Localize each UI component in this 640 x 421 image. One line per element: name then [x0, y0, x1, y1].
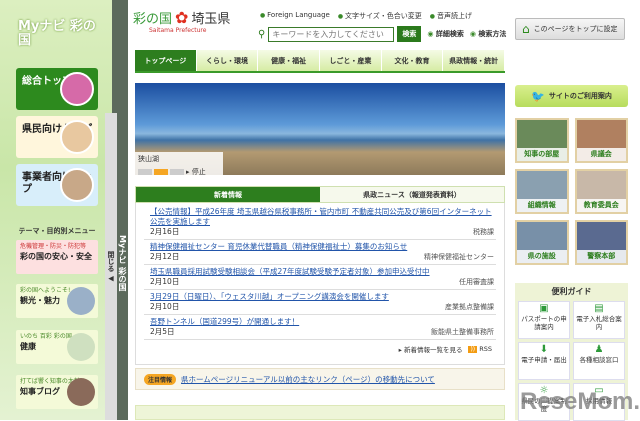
news-dept: 税務課 — [473, 228, 494, 236]
site-guide-label: サイトのご利用案内 — [548, 92, 612, 100]
hero-slideshow[interactable]: 狭山湖 ▸ 停止 — [135, 83, 505, 175]
tile-education-board[interactable]: 教育委員会 — [574, 169, 628, 214]
voice-read-link[interactable]: 音声読上げ — [430, 11, 472, 21]
caption-text: 狭山湖 — [138, 155, 159, 163]
mynavi-title: Myナビ 彩の国 — [18, 19, 96, 48]
governor-image — [67, 378, 95, 406]
set-as-top-button[interactable]: ⌂ このページをトップに設定 — [515, 18, 625, 40]
notice-badge: 注目情報 — [144, 373, 177, 385]
quick-tiles: 知事の部屋 県議会 組織情報 教育委員会 県の施設 警察本部 — [515, 118, 628, 265]
home-plus-icon: ⌂ — [522, 22, 530, 36]
family-image — [60, 120, 94, 154]
theme-health[interactable]: いのち 百彩 彩の国 健康 — [16, 330, 98, 364]
theme-governor-blog[interactable]: 打てば響く知事の太鼓 知事ブログ — [16, 375, 98, 409]
news-link[interactable]: 3月29日（日曜日）、「ウェスタ川越」オープニング講演会を開催します — [150, 292, 496, 302]
slide-dot[interactable] — [170, 169, 184, 175]
mascot-image — [67, 287, 95, 315]
theme-heading: テーマ・目的別メニュー — [18, 227, 96, 235]
news-link[interactable]: 吾野トンネル（国道299号）が開通します！ — [150, 317, 496, 327]
monitor-icon: ▤ — [594, 303, 604, 314]
stop-button[interactable]: ▸ 停止 — [186, 167, 206, 175]
logo-pref: 埼玉県 — [191, 12, 231, 27]
news-dept: 飯能県土整備事務所 — [431, 328, 494, 336]
search-bar: ⚲ 検索 詳細検索 検索方法 — [258, 26, 506, 42]
useful-guide-title: 便利ガイド — [551, 287, 592, 296]
news-dept: 精神保健福祉センター — [424, 253, 494, 261]
foreign-language-link[interactable]: Foreign Language — [260, 11, 330, 21]
news-item: 3月29日（日曜日）、「ウェスタ川越」オープニング講演会を開催します 2月10日産… — [144, 290, 496, 315]
search-input[interactable] — [268, 26, 395, 42]
tab-culture[interactable]: 文化・教育 — [381, 50, 444, 71]
search-help-link[interactable]: 検索方法 — [470, 29, 506, 39]
main-nav: トップページ くらし・環境 健康・福祉 しごと・産業 文化・教育 県政情報・統計 — [135, 50, 506, 73]
tab-health[interactable]: 健康・福祉 — [258, 50, 321, 71]
mascot-icon: 🐦 — [531, 89, 545, 103]
logo-sub: Saitama Prefecture — [149, 27, 207, 34]
nav-residents-top[interactable]: 県民向けトップ — [16, 116, 98, 158]
set-top-label: このページをトップに設定 — [533, 25, 618, 33]
logo-emblem-icon: ✿ — [175, 8, 189, 27]
nav-general-top[interactable]: 総合トップ — [16, 68, 98, 110]
notice-bar: 注目情報 県ホームページリニューアル以前の主なリンク（ページ）の移動先について — [135, 368, 505, 390]
guide-e-application[interactable]: ⬇ 電子申請・届出 — [518, 342, 570, 380]
sidebar: Myナビ 彩の国 総合トップ 県民向けトップ 事業者向けトップ テーマ・目的別メ… — [0, 0, 112, 420]
tab-work[interactable]: しごと・産業 — [320, 50, 382, 71]
tile-facilities[interactable]: 県の施設 — [515, 220, 569, 265]
site-guide-button[interactable]: 🐦 サイトのご利用案内 — [515, 85, 628, 107]
news-dept: 任用審査課 — [459, 278, 494, 286]
tile-police[interactable]: 警察本部 — [574, 220, 628, 265]
news-list: 【公売情報】平成26年度 埼玉県越谷県税事務所・管内市町 不動産共同公売及び第6… — [135, 203, 505, 365]
news-item: 精神保健福祉センター 育児休業代替職員（精神保健福祉士）募集のお知らせ 2月12日… — [144, 240, 496, 265]
news-item: 【公売情報】平成26年度 埼玉県越谷県税事務所・管内市町 不動産共同公売及び第6… — [144, 205, 496, 240]
guide-consultation[interactable]: ♟ 各種相談窓口 — [573, 342, 625, 380]
flower-image — [60, 72, 94, 106]
news-more-link[interactable]: ▸ 新着情報一覧を見る — [399, 344, 463, 354]
tile-governor-office[interactable]: 知事の部屋 — [515, 118, 569, 163]
tab-top-page[interactable]: トップページ — [135, 50, 197, 71]
advanced-search-link[interactable]: 詳細検索 — [427, 29, 464, 39]
saitama-logo[interactable]: 彩の国 ✿ 埼玉県 Saitama Prefecture — [133, 8, 253, 44]
news-link[interactable]: 精神保健福祉センター 育児休業代替職員（精神保健福祉士）募集のお知らせ — [150, 242, 496, 252]
news-date: 2月10日 — [150, 277, 180, 286]
tab-living[interactable]: くらし・環境 — [196, 50, 259, 71]
theme-tourism[interactable]: 彩の国へようこそ! 観光・魅力 — [16, 284, 98, 318]
news-item: 埼玉県職員採用試験受験相談会（平成27年度試験受験予定者対象）参加申込受付中 2月… — [144, 265, 496, 290]
tile-assembly[interactable]: 県議会 — [574, 118, 628, 163]
slide-dot-active[interactable] — [154, 169, 168, 175]
tab-press-releases[interactable]: 県政ニュース（報道発表資料） — [320, 187, 504, 202]
theme-safety[interactable]: 危機管理・防災・防犯等 彩の国の安心・安全 — [16, 240, 98, 274]
top-links: Foreign Language 文字サイズ・色合い変更 音声読上げ — [260, 11, 472, 21]
mynavi-toggle-strip[interactable]: Myナビ 彩の国 閉じる ◀ — [105, 0, 128, 420]
news-link[interactable]: 埼玉県職員採用試験受験相談会（平成27年度試験受験予定者対象）参加申込受付中 — [150, 267, 496, 277]
tab-new-info[interactable]: 新着情報 — [136, 187, 320, 202]
slide-dot[interactable] — [138, 169, 152, 175]
next-section-header — [135, 405, 505, 420]
handshake-image — [60, 168, 94, 202]
logo-text: 彩の国 — [133, 12, 173, 27]
news-tabs: 新着情報 県政ニュース（報道発表資料） — [135, 186, 505, 203]
nav-business-top[interactable]: 事業者向けトップ — [16, 164, 98, 206]
tab-government[interactable]: 県政情報・統計 — [443, 50, 506, 71]
search-button[interactable]: 検索 — [397, 26, 422, 42]
text-size-link[interactable]: 文字サイズ・色合い変更 — [338, 11, 422, 21]
search-icon: ⚲ — [258, 28, 266, 40]
person-desk-icon: ♟ — [594, 344, 604, 355]
notice-link[interactable]: 県ホームページリニューアル以前の主なリンク（ページ）の移動先について — [181, 374, 435, 385]
hero-caption: 狭山湖 ▸ 停止 — [135, 152, 223, 175]
passport-icon: ▣ — [539, 303, 549, 314]
download-doc-icon: ⬇ — [539, 344, 549, 355]
rss-link[interactable]: )) RSS — [468, 345, 492, 353]
news-link[interactable]: 【公売情報】平成26年度 埼玉県越谷県税事務所・管内市町 不動産共同公売及び第6… — [150, 207, 496, 227]
guide-passport[interactable]: ▣ パスポートの申請案内 — [518, 301, 570, 339]
news-item: 吾野トンネル（国道299号）が開通します！ 2月5日 飯能県土整備事務所 — [144, 315, 496, 340]
close-button[interactable]: 閉じる ◀ — [105, 113, 117, 420]
news-date: 2月16日 — [150, 227, 180, 236]
watermark-logo: ReseMom. — [520, 388, 640, 415]
guide-e-bidding[interactable]: ▤ 電子入札総合案内 — [573, 301, 625, 339]
health-image — [67, 333, 95, 361]
news-dept: 産業拠点整備課 — [445, 303, 494, 311]
tile-organization[interactable]: 組織情報 — [515, 169, 569, 214]
rss-icon: )) — [468, 346, 478, 353]
